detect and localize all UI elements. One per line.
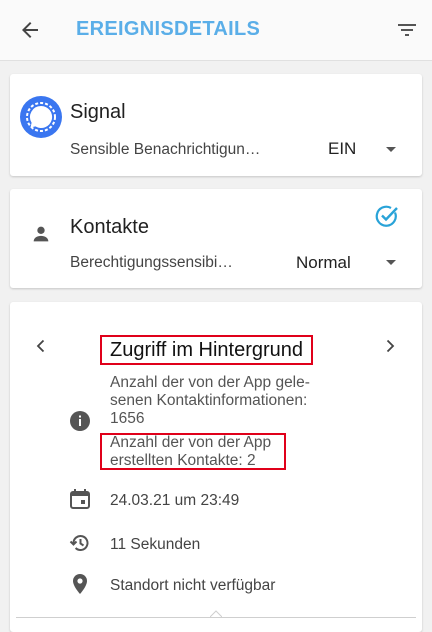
signal-logo-icon — [20, 96, 62, 138]
event-duration: 11 Sekunden — [110, 536, 201, 553]
info-line: senen Kontaktinformationen: — [110, 392, 308, 409]
permission-name: Kontakte — [70, 216, 149, 238]
event-date: 24.03.21 um 23:49 — [110, 492, 240, 509]
app-card: Signal Sensible Benachrichtigun… EIN — [10, 74, 422, 176]
info-line: Anzahl der von der App gele- — [110, 374, 310, 391]
chevron-right-icon[interactable] — [380, 336, 400, 356]
check-circle-icon — [375, 205, 398, 227]
permission-sensitivity-label: Berechtigungssensibi… — [70, 254, 233, 271]
sensitive-notification-label: Sensible Benachrichtigun… — [70, 141, 261, 158]
app-bar: EREIGNISDETAILS — [0, 0, 432, 61]
filter-icon[interactable] — [395, 18, 419, 42]
history-icon — [69, 535, 89, 551]
permission-sensitivity-dropdown-arrow[interactable] — [386, 260, 396, 265]
location-pin-icon — [73, 574, 87, 594]
chevron-left-icon[interactable] — [31, 336, 51, 356]
app-name: Signal — [70, 101, 126, 123]
event-location: Standort nicht verfügbar — [110, 577, 276, 594]
highlight-box — [100, 433, 286, 470]
permission-card: Kontakte Berechtigungssensibi… Normal — [10, 189, 422, 288]
info-icon — [70, 411, 90, 431]
event-card: Zugriff im Hintergrund Anzahl der von de… — [10, 302, 422, 632]
arrow-left-icon[interactable] — [18, 18, 42, 42]
calendar-icon — [70, 489, 90, 509]
event-title: Zugriff im Hintergrund — [100, 335, 314, 365]
person-icon — [33, 226, 49, 242]
sensitive-notification-dropdown-arrow[interactable] — [386, 147, 396, 152]
info-line: 1656 — [110, 410, 145, 427]
sensitive-notification-select[interactable]: EIN — [328, 139, 356, 159]
permission-sensitivity-select[interactable]: Normal — [296, 253, 351, 273]
expand-notch-icon[interactable] — [210, 610, 222, 622]
page-title: EREIGNISDETAILS — [76, 18, 261, 40]
